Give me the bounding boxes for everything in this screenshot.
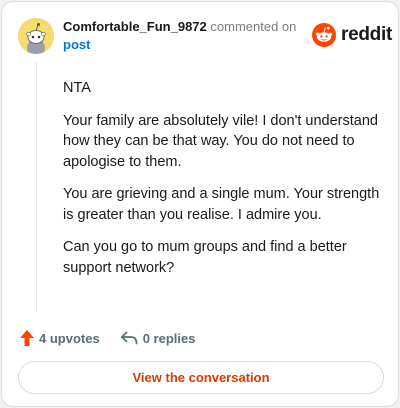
view-conversation-button[interactable]: View the conversation [18, 361, 384, 394]
reply-arrow-icon [120, 331, 138, 345]
upvotes-count: 4 upvotes [39, 330, 100, 346]
reddit-wordmark: reddit [341, 24, 392, 45]
comment-paragraph: NTA [63, 80, 91, 96]
comment-meta-target: post [63, 35, 90, 54]
username-link[interactable]: Comfortable_Fun_9872 [63, 19, 207, 34]
comment-actions: 4 upvotes 0 replies [20, 328, 195, 348]
upvote-arrow-icon [20, 330, 34, 346]
reddit-logo-icon [312, 23, 336, 47]
replies-count: 0 replies [142, 330, 196, 346]
action-text: commented on [210, 19, 297, 34]
post-link[interactable]: post [63, 37, 90, 52]
thread-line [36, 62, 37, 312]
snoo-avatar-icon[interactable] [18, 18, 54, 54]
comment-body: NTA Your family are absolutely vile! I d… [63, 78, 383, 290]
comment-paragraph: Can you go to mum groups and find a bett… [63, 239, 347, 276]
reply-button[interactable]: 0 replies [120, 330, 196, 346]
comment-paragraph: Your family are absolutely vile! I don't… [63, 112, 378, 170]
comment-meta: Comfortable_Fun_9872 commented on [63, 17, 296, 36]
reddit-brand[interactable]: reddit [312, 22, 392, 48]
comment-paragraph: You are grieving and a single mum. Your … [63, 186, 380, 223]
comment-card: Comfortable_Fun_9872 commented on post r… [1, 1, 399, 407]
upvote-button[interactable]: 4 upvotes [20, 330, 100, 346]
